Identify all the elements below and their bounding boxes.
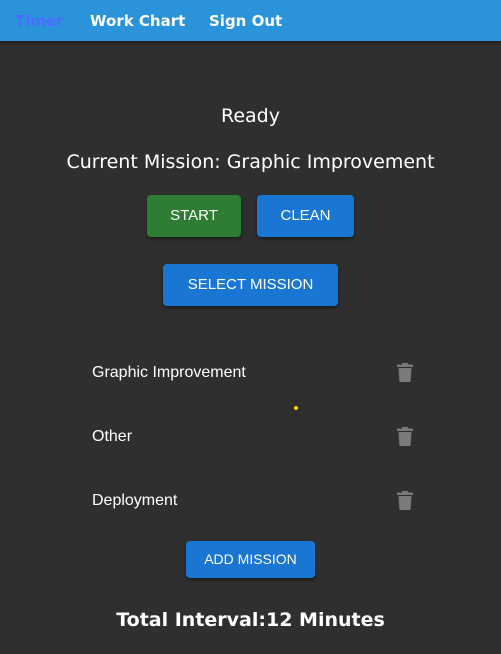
start-button[interactable]: START xyxy=(147,195,241,237)
select-mission-button[interactable]: SELECT MISSION xyxy=(163,264,338,306)
nav-link-work-chart[interactable]: Work Chart xyxy=(90,12,185,30)
timer-status: Ready xyxy=(221,105,280,127)
top-nav-bar: Timer Work Chart Sign Out xyxy=(0,0,501,41)
add-mission-button[interactable]: ADD MISSION xyxy=(186,541,315,578)
nav-link-timer[interactable]: Timer xyxy=(15,12,64,30)
trash-icon[interactable] xyxy=(397,427,413,446)
mission-label: Graphic Improvement xyxy=(92,364,246,381)
clean-button[interactable]: CLEAN xyxy=(257,195,354,237)
cursor-dot xyxy=(294,406,298,410)
total-interval: Total Interval:12 Minutes xyxy=(116,609,385,631)
mission-label: Deployment xyxy=(92,492,178,509)
current-mission: Current Mission: Graphic Improvement xyxy=(66,151,435,173)
trash-icon[interactable] xyxy=(397,491,413,510)
nav-link-sign-out[interactable]: Sign Out xyxy=(209,12,282,30)
mission-label: Other xyxy=(92,428,133,445)
trash-icon[interactable] xyxy=(397,363,413,382)
